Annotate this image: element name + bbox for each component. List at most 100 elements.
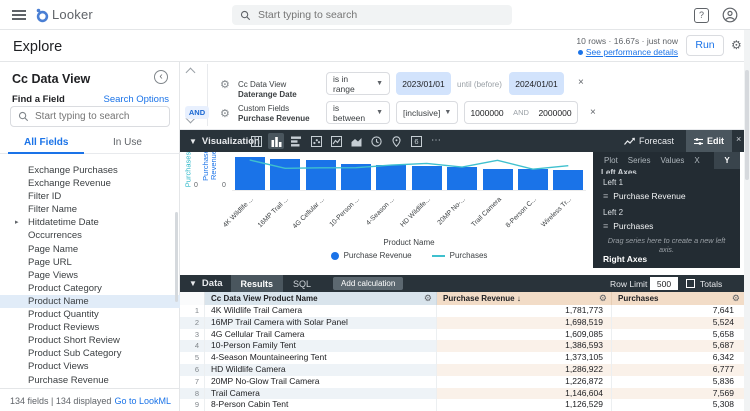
tab-sql[interactable]: SQL [283, 275, 321, 292]
forecast-button[interactable]: Forecast [624, 130, 674, 152]
field-item[interactable]: Occurrences [0, 229, 180, 242]
column-gear-icon[interactable]: ⚙ [732, 292, 740, 305]
field-item[interactable]: Product Short Review [0, 334, 180, 347]
column-header-purchase-revenue[interactable]: Purchase Revenue ↓ ⚙ [437, 292, 612, 305]
tab-results[interactable]: Results [230, 275, 284, 292]
collapse-viz-icon[interactable]: ▼ [189, 137, 197, 146]
field-item[interactable]: ▸ Hitdatetime Date [0, 216, 180, 229]
menu-icon[interactable] [12, 10, 26, 20]
map-chart-icon[interactable] [388, 133, 404, 149]
field-item[interactable]: Page Name [0, 243, 180, 256]
account-icon[interactable] [722, 7, 738, 23]
search-options-link[interactable]: Search Options [104, 94, 169, 105]
tab-x[interactable]: X [694, 156, 699, 165]
filter1-condition-select[interactable]: is in range ▼ [326, 72, 390, 95]
add-calculation-button[interactable]: Add calculation [333, 277, 404, 290]
filter2-remove-icon[interactable]: × [590, 107, 596, 118]
purchase-revenue-cell[interactable]: 1,386,593 [437, 340, 612, 353]
row-number-cell[interactable]: 4 [180, 340, 205, 353]
field-item[interactable]: Product Sub Category [0, 347, 180, 360]
filter1-end-date[interactable]: 2024/01/01 [509, 72, 564, 95]
row-number-cell[interactable]: 2 [180, 316, 205, 329]
row-number-cell[interactable]: 1 [180, 305, 205, 317]
sidebar-scrollbar[interactable] [175, 212, 178, 302]
purchase-revenue-cell[interactable]: 1,698,519 [437, 316, 612, 329]
table-row[interactable]: 2 16MP Trail Camera with Solar Panel 1,698… [180, 316, 744, 329]
filter2-qualifier-select[interactable]: [inclusive] ▼ [396, 101, 458, 124]
area-chart-icon[interactable] [348, 133, 364, 149]
field-item[interactable]: Product Name [0, 294, 180, 309]
field-item[interactable]: Page Views [0, 269, 180, 282]
purchases-cell[interactable]: 6,777 [612, 364, 744, 376]
close-edit-icon[interactable]: × [736, 134, 741, 144]
filter2-gear-icon[interactable]: ⚙ [220, 107, 230, 120]
product-name-cell[interactable]: HD Wildlife Camera [205, 364, 437, 376]
table-row[interactable]: 9 8-Person Cabin Tent 1,126,529 5,308 [180, 399, 744, 411]
edit-button[interactable]: Edit [686, 130, 732, 152]
column-gear-icon[interactable]: ⚙ [424, 292, 432, 305]
filter2-max-input[interactable]: 2000000 [533, 108, 577, 118]
row-number-cell[interactable]: 3 [180, 328, 205, 341]
filter1-start-date[interactable]: 2023/01/01 [396, 72, 451, 95]
legend-item-revenue[interactable]: Purchase Revenue [330, 251, 412, 260]
bar-chart-icon[interactable] [268, 133, 284, 149]
filter1-gear-icon[interactable]: ⚙ [220, 78, 230, 91]
row-chart-icon[interactable] [288, 133, 304, 149]
field-search[interactable] [10, 106, 170, 127]
purchase-revenue-cell[interactable]: 1,286,922 [437, 364, 612, 376]
table-row[interactable]: 8 Trail Camera 1,146,604 7,569 [180, 387, 744, 400]
field-item[interactable]: Product Category [0, 282, 180, 295]
field-item[interactable]: Filter Name [0, 203, 180, 216]
field-item[interactable]: Product Views [0, 360, 180, 373]
legend-item-purchases[interactable]: Purchases [431, 251, 487, 260]
expand-arrow-icon[interactable]: ▸ [15, 216, 19, 229]
scrollbar-thumb[interactable] [745, 70, 749, 180]
purchase-revenue-cell[interactable]: 1,609,085 [437, 328, 612, 341]
performance-link[interactable]: See performance details [577, 47, 678, 57]
row-limit-input[interactable] [650, 277, 678, 290]
field-item[interactable]: Filter ID [0, 190, 180, 203]
collapse-data-icon[interactable]: ▼ [189, 279, 197, 288]
purchases-cell[interactable]: 5,687 [612, 340, 744, 353]
purchase-revenue-cell[interactable]: 1,373,105 [437, 352, 612, 364]
column-header-product-name[interactable]: Cc Data View Product Name ⚙ [205, 292, 437, 305]
purchases-cell[interactable]: 6,342 [612, 352, 744, 364]
field-item[interactable]: Product Quantity [0, 308, 180, 321]
field-search-input[interactable] [35, 111, 162, 122]
product-name-cell[interactable]: 4G Cellular Trail Camera [205, 328, 437, 341]
table-row[interactable]: 6 HD Wildlife Camera 1,286,922 6,777 [180, 364, 744, 376]
field-item[interactable]: Purchase Revenue [0, 374, 180, 387]
purchase-revenue-cell[interactable]: 1,126,529 [437, 399, 612, 411]
tab-plot[interactable]: Plot [604, 156, 618, 165]
field-item[interactable]: Page URL [0, 256, 180, 269]
help-icon[interactable]: ? [694, 8, 709, 23]
purchase-revenue-cell[interactable]: 1,226,872 [437, 375, 612, 388]
filter2-min-input[interactable]: 1000000 [465, 108, 509, 118]
purchases-cell[interactable]: 7,641 [612, 305, 744, 317]
series-chip-purchases[interactable]: ≡ Purchases [603, 219, 731, 232]
product-name-cell[interactable]: 16MP Trail Camera with Solar Panel [205, 316, 437, 329]
tab-y[interactable]: Y [714, 152, 740, 169]
table-row[interactable]: 1 4K Wildlife Trail Camera 1,781,773 7,641 [180, 305, 744, 317]
single-value-chart-icon[interactable]: 6 [408, 133, 424, 149]
product-name-cell[interactable]: 4K Wildlife Trail Camera [205, 305, 437, 317]
timeline-chart-icon[interactable] [368, 133, 384, 149]
field-item[interactable]: Exchange Purchases [0, 164, 180, 177]
tab-series[interactable]: Series [628, 156, 651, 165]
global-search[interactable] [232, 5, 512, 25]
column-gear-icon[interactable]: ⚙ [599, 292, 607, 305]
table-row[interactable]: 5 4-Season Mountaineering Tent 1,373,105 6,… [180, 352, 744, 364]
row-number-cell[interactable]: 8 [180, 387, 205, 400]
product-name-cell[interactable]: Trail Camera [205, 387, 437, 400]
purchases-cell[interactable]: 5,524 [612, 316, 744, 329]
series-chip-purchase-revenue[interactable]: ≡ Purchase Revenue [603, 189, 731, 202]
scatter-chart-icon[interactable] [308, 133, 324, 149]
filter-operator-badge[interactable]: AND [185, 106, 209, 119]
purchases-cell[interactable]: 5,308 [612, 399, 744, 411]
table-row[interactable]: 4 10-Person Family Tent 1,386,593 5,687 [180, 340, 744, 353]
product-name-cell[interactable]: 4-Season Mountaineering Tent [205, 352, 437, 364]
line-chart-icon[interactable] [328, 133, 344, 149]
table-chart-icon[interactable] [248, 133, 264, 149]
purchases-cell[interactable]: 7,569 [612, 387, 744, 400]
purchase-revenue-cell[interactable]: 1,781,773 [437, 305, 612, 317]
